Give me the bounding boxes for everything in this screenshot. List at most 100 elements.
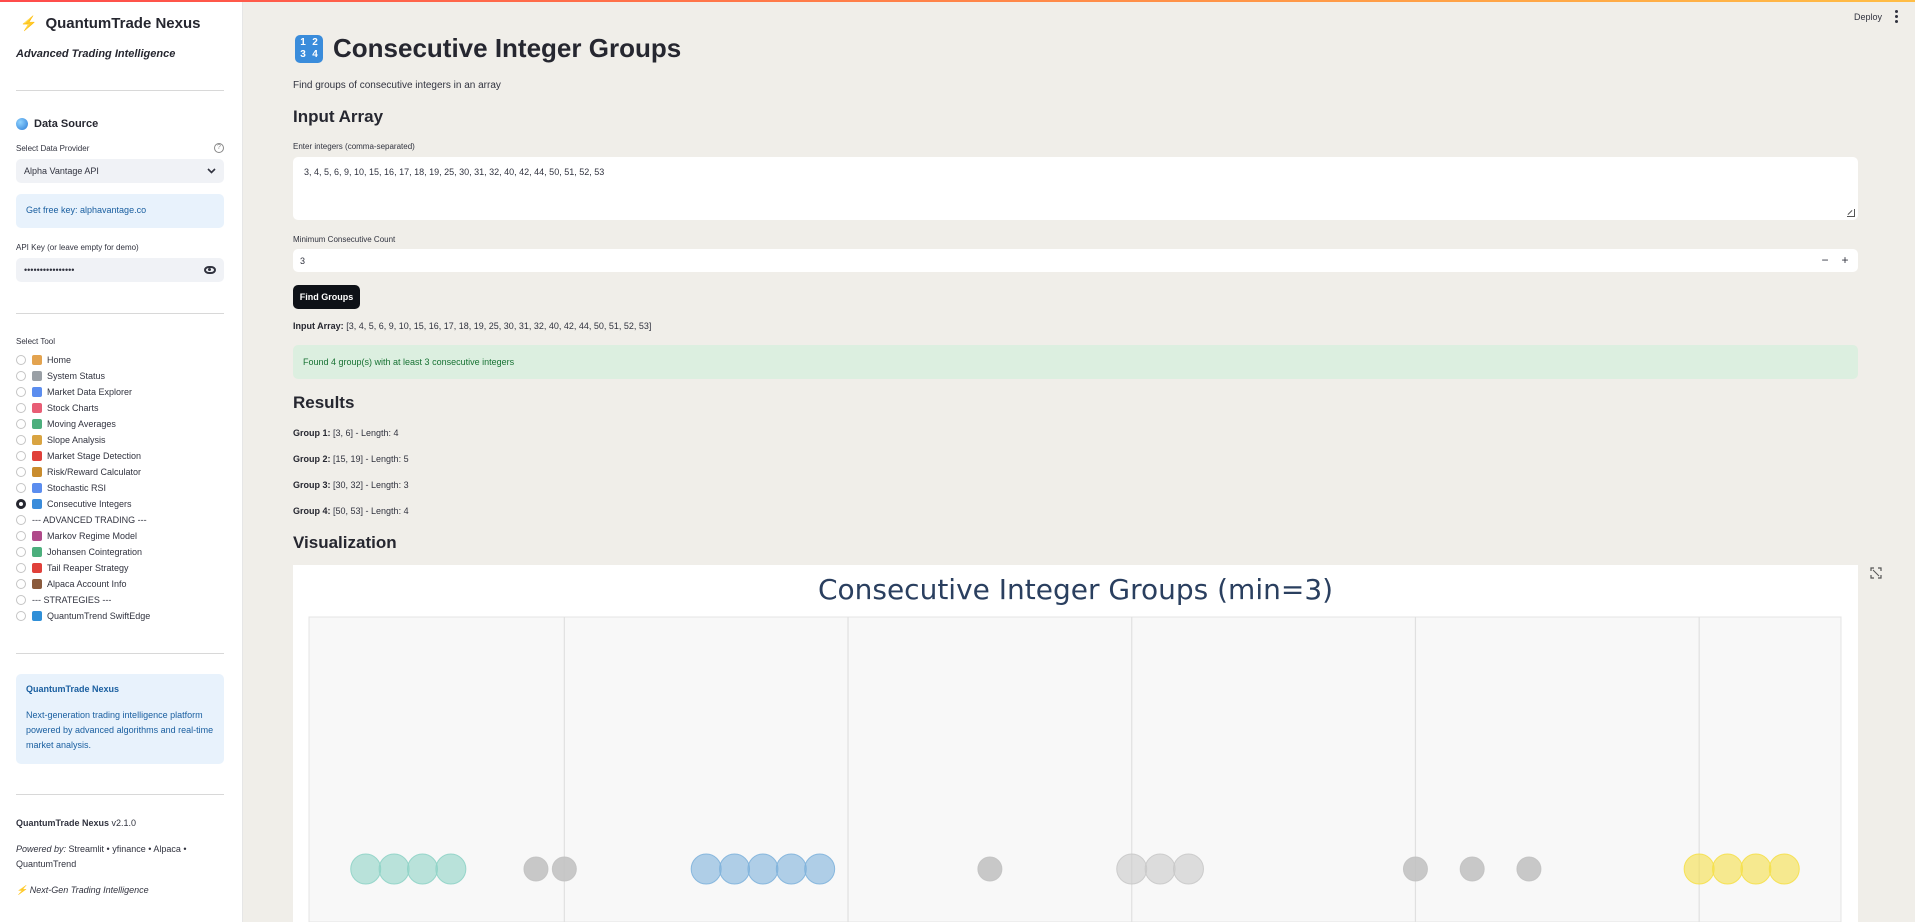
tool-option[interactable]: Johansen Cointegration: [16, 544, 224, 560]
free-key-link[interactable]: Get free key: alphavantage.co: [26, 205, 146, 215]
footer-version: v2.1.0: [111, 818, 137, 828]
divider: [16, 90, 224, 91]
footer-tagline: Next-Gen Trading Intelligence: [29, 885, 149, 895]
footer-tagline-line: ⚡ Next-Gen Trading Intelligence: [16, 885, 149, 896]
tool-option-label: Market Data Explorer: [47, 387, 133, 397]
tool-option[interactable]: System Status: [16, 368, 224, 384]
tool-option-label: Home: [47, 355, 72, 365]
result-group: Group 2: [15, 19] - Length: 5: [293, 454, 409, 464]
tool-radio-group: Home System Status Market Data Explorer Sto…: [16, 352, 224, 624]
tool-option-label: Stock Charts: [47, 403, 99, 413]
tool-option[interactable]: Consecutive Integers: [16, 496, 224, 512]
data-point: [551, 856, 577, 882]
more-menu-icon[interactable]: [1895, 10, 1899, 25]
radio-button[interactable]: [16, 547, 26, 557]
textarea-label: Enter integers (comma-separated): [293, 142, 415, 151]
provider-select[interactable]: Alpha Vantage API: [16, 159, 224, 183]
numbers-icon: [32, 499, 42, 509]
radio-button[interactable]: [16, 355, 26, 365]
result-group-text: [50, 53] - Length: 4: [333, 506, 409, 516]
footer-powered: Powered by: Streamlit • yfinance • Alpac…: [16, 842, 196, 872]
result-group-label: Group 3:: [293, 480, 331, 490]
min-count-value: 3: [300, 255, 306, 266]
footer-version-line: QuantumTrade Nexus v2.1.0: [16, 818, 136, 828]
brand: ⚡ QuantumTrade Nexus: [20, 15, 200, 32]
target-icon: [32, 563, 42, 573]
radio-button[interactable]: [16, 579, 26, 589]
chart-up-icon: [32, 547, 42, 557]
tool-option[interactable]: Alpaca Account Info: [16, 576, 224, 592]
tool-option-label: Consecutive Integers: [47, 499, 132, 509]
radio-button[interactable]: [16, 611, 26, 621]
decrement-button[interactable]: −: [1816, 249, 1834, 272]
fullscreen-icon[interactable]: [1870, 567, 1882, 579]
tool-option-label: Moving Averages: [47, 419, 116, 429]
triangle-ruler-icon: [32, 435, 42, 445]
deploy-button[interactable]: Deploy: [1854, 12, 1882, 22]
top-accent-bar: [0, 0, 1915, 2]
tool-option[interactable]: Slope Analysis: [16, 432, 224, 448]
radio-button[interactable]: [16, 467, 26, 477]
radio-button[interactable]: [16, 371, 26, 381]
about-title: QuantumTrade Nexus: [26, 684, 120, 694]
page-title: 1234 Consecutive Integer Groups: [295, 33, 681, 64]
integers-textarea-value: 3, 4, 5, 6, 9, 10, 15, 16, 17, 18, 19, 2…: [304, 167, 605, 177]
radio-button[interactable]: [16, 563, 26, 573]
tool-option-label: Slope Analysis: [47, 435, 106, 445]
data-point: [1516, 856, 1542, 882]
tool-option-label: --- ADVANCED TRADING ---: [32, 515, 147, 525]
radio-button[interactable]: [16, 387, 26, 397]
data-point: [1683, 853, 1715, 885]
data-point: [747, 853, 779, 885]
radio-button[interactable]: [16, 531, 26, 541]
footer-name: QuantumTrade Nexus: [16, 818, 110, 828]
target-icon: [32, 451, 42, 461]
tool-option[interactable]: Moving Averages: [16, 416, 224, 432]
api-key-input[interactable]: ••••••••••••••••: [16, 258, 224, 282]
data-point: [775, 853, 807, 885]
radio-button[interactable]: [16, 499, 26, 509]
tool-option[interactable]: Tail Reaper Strategy: [16, 560, 224, 576]
footer-powered-label: Powered by:: [16, 844, 67, 854]
wave-icon: [32, 611, 42, 621]
radio-button[interactable]: [16, 435, 26, 445]
tool-option[interactable]: Stochastic RSI: [16, 480, 224, 496]
eye-icon[interactable]: [204, 266, 216, 274]
tool-option[interactable]: --- ADVANCED TRADING ---: [16, 512, 224, 528]
radio-button[interactable]: [16, 483, 26, 493]
bolt-icon: ⚡: [16, 885, 28, 895]
tool-option-label: Market Stage Detection: [47, 451, 142, 461]
radio-button[interactable]: [16, 403, 26, 413]
resize-handle-icon[interactable]: [1847, 209, 1855, 217]
data-point: [350, 853, 382, 885]
integers-textarea[interactable]: 3, 4, 5, 6, 9, 10, 15, 16, 17, 18, 19, 2…: [293, 157, 1858, 220]
tool-option[interactable]: --- STRATEGIES ---: [16, 592, 224, 608]
radio-button[interactable]: [16, 419, 26, 429]
data-point: [690, 853, 722, 885]
bar-chart-icon: [32, 483, 42, 493]
tool-option[interactable]: QuantumTrend SwiftEdge: [16, 608, 224, 624]
chart-down-icon: [32, 403, 42, 413]
tool-option[interactable]: Market Stage Detection: [16, 448, 224, 464]
tool-option[interactable]: Markov Regime Model: [16, 528, 224, 544]
tool-option[interactable]: Market Data Explorer: [16, 384, 224, 400]
bar-chart-icon: [32, 387, 42, 397]
increment-button[interactable]: +: [1836, 249, 1854, 272]
tool-option[interactable]: Stock Charts: [16, 400, 224, 416]
tool-option[interactable]: Risk/Reward Calculator: [16, 464, 224, 480]
brand-tagline: Advanced Trading Intelligence: [16, 48, 176, 60]
data-point: [406, 853, 438, 885]
radio-button[interactable]: [16, 451, 26, 461]
result-group: Group 4: [50, 53] - Length: 4: [293, 506, 409, 516]
help-icon[interactable]: ?: [214, 143, 224, 153]
api-key-label: API Key (or leave empty for demo): [16, 243, 139, 252]
data-point: [1116, 853, 1148, 885]
tool-option-label: Stochastic RSI: [47, 483, 107, 493]
radio-button[interactable]: [16, 515, 26, 525]
min-count-input[interactable]: 3 − +: [293, 249, 1858, 272]
radio-button[interactable]: [16, 595, 26, 605]
result-group-label: Group 1:: [293, 428, 331, 438]
find-groups-button[interactable]: Find Groups: [293, 285, 360, 309]
data-source-label: Data Source: [34, 118, 99, 130]
tool-option[interactable]: Home: [16, 352, 224, 368]
